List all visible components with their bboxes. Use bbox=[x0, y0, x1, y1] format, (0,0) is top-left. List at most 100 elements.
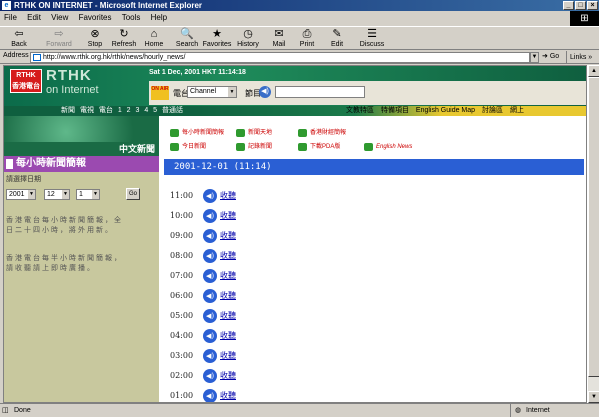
minimize-button[interactable]: _ bbox=[563, 1, 574, 10]
menu-file[interactable]: File bbox=[4, 13, 17, 22]
menu-favorites[interactable]: Favorites bbox=[79, 13, 112, 22]
edit-button[interactable]: ✎ Edit bbox=[326, 28, 348, 50]
program-input[interactable] bbox=[275, 86, 365, 98]
stop-icon: ⊗ bbox=[90, 28, 100, 40]
address-label: Address bbox=[3, 52, 29, 59]
listen-link[interactable]: 收聽 bbox=[220, 269, 236, 283]
address-input[interactable]: http://www.rthk.org.hk/rthk/news/hourly_… bbox=[30, 52, 530, 63]
link-finance-news[interactable]: 香港財經簡報 bbox=[298, 128, 346, 138]
speaker-icon[interactable]: ◀) bbox=[203, 389, 217, 402]
channel-select[interactable]: Channel ▼ bbox=[187, 86, 237, 98]
date-go-button[interactable]: Go bbox=[126, 188, 140, 200]
title-bar: e RTHK ON INTERNET - Microsoft Internet … bbox=[0, 0, 599, 11]
refresh-icon: ↻ bbox=[119, 28, 129, 40]
site-brand-sub: on Internet bbox=[46, 84, 99, 96]
go-button[interactable]: ➜ Go bbox=[542, 52, 559, 60]
scroll-up-icon[interactable]: ▲ bbox=[588, 65, 599, 77]
onair-icon[interactable]: ON AIR bbox=[151, 86, 169, 100]
link-news-world[interactable]: 新聞天地 bbox=[236, 128, 272, 138]
listen-link[interactable]: 收聽 bbox=[220, 369, 236, 383]
print-button[interactable]: ⎙ Print bbox=[296, 28, 318, 50]
link-hourly-news[interactable]: 每小時新聞簡報 bbox=[170, 128, 224, 138]
address-dropdown-icon[interactable]: ▼ bbox=[530, 52, 539, 63]
quick-links: 每小時新聞簡報 新聞天地 香港財經簡報 今日新聞 記錄新聞 下載PDA版 Eng… bbox=[164, 126, 584, 156]
menu-edit[interactable]: Edit bbox=[27, 13, 41, 22]
menu-view[interactable]: View bbox=[51, 13, 68, 22]
menu-tools[interactable]: Tools bbox=[122, 13, 141, 22]
forward-button[interactable]: ⇨ Forward bbox=[42, 28, 76, 50]
nav-online[interactable]: 網上 bbox=[510, 107, 524, 114]
list-item: 08:00 ◀) 收聽 bbox=[170, 249, 236, 263]
refresh-button[interactable]: ↻ Refresh bbox=[110, 28, 138, 50]
speaker-icon[interactable]: ◀) bbox=[203, 369, 217, 383]
listen-link[interactable]: 收聽 bbox=[220, 289, 236, 303]
back-arrow-icon: ⇦ bbox=[14, 28, 24, 40]
back-button[interactable]: ⇦ Back bbox=[4, 28, 34, 50]
nav-education[interactable]: 文教特區 bbox=[346, 107, 374, 114]
speaker-icon[interactable]: ◀) bbox=[203, 309, 217, 323]
page-icon bbox=[33, 54, 41, 61]
speaker-icon[interactable]: ◀) bbox=[203, 249, 217, 263]
listen-link[interactable]: 收聽 bbox=[220, 229, 236, 243]
speaker-icon[interactable]: ◀) bbox=[259, 86, 271, 98]
menu-help[interactable]: Help bbox=[151, 13, 167, 22]
link-pda-download[interactable]: 下載PDA版 bbox=[298, 142, 340, 152]
window-title: RTHK ON INTERNET - Microsoft Internet Ex… bbox=[14, 1, 203, 10]
speaker-icon[interactable]: ◀) bbox=[203, 189, 217, 203]
list-item: 03:00 ◀) 收聽 bbox=[170, 349, 236, 363]
year-select[interactable]: 2001 ▼ bbox=[6, 189, 36, 200]
month-select[interactable]: 12 ▼ bbox=[44, 189, 70, 200]
speaker-icon[interactable]: ◀) bbox=[203, 329, 217, 343]
web-page: RTHK 香港電台 RTHK on Internet Sat 1 Dec, 200… bbox=[3, 65, 587, 403]
discuss-button[interactable]: ☰ Discuss bbox=[358, 28, 386, 50]
site-datetime: Sat 1 Dec, 2001 HKT 11:14:18 bbox=[149, 69, 246, 76]
favorites-icon: ★ bbox=[212, 28, 222, 40]
home-button[interactable]: ⌂ Home bbox=[142, 28, 166, 50]
mail-button[interactable]: ✉ Mail bbox=[268, 28, 290, 50]
speaker-icon[interactable]: ◀) bbox=[203, 269, 217, 283]
link-news-record[interactable]: 記錄新聞 bbox=[236, 142, 272, 152]
nav-sections[interactable]: 新聞 電視 電台 1 2 3 4 5 普通話 bbox=[61, 106, 183, 116]
stop-button[interactable]: ⊗ Stop bbox=[84, 28, 106, 50]
document-icon bbox=[170, 143, 179, 151]
speaker-icon[interactable]: ◀) bbox=[203, 289, 217, 303]
favorites-button[interactable]: ★ Favorites bbox=[202, 28, 232, 50]
listen-link[interactable]: 收聽 bbox=[220, 389, 236, 402]
close-button[interactable]: × bbox=[587, 1, 598, 10]
pda-icon bbox=[298, 143, 307, 151]
sidebar-description-2: 香港電台每半小時新聞簡報，請收聽請上即時廣播。 bbox=[6, 255, 123, 272]
sidebar: 每小時新聞簡報 請選擇日期 2001 ▼ 12 ▼ 1 ▼ Go 香港電台每小時新聞簡… bbox=[4, 156, 159, 402]
list-item: 09:00 ◀) 收聽 bbox=[170, 229, 236, 243]
links-button[interactable]: Links » bbox=[566, 51, 592, 64]
scroll-down-icon[interactable]: ▼ bbox=[588, 391, 599, 403]
listen-link[interactable]: 收聽 bbox=[220, 309, 236, 323]
listen-link[interactable]: 收聽 bbox=[220, 329, 236, 343]
listen-link[interactable]: 收聽 bbox=[220, 349, 236, 363]
vertical-scrollbar[interactable]: ▲ ▼ bbox=[587, 65, 599, 403]
speaker-icon[interactable]: ◀) bbox=[203, 209, 217, 223]
windows-logo-icon: ⊞ bbox=[570, 11, 599, 27]
nav-special[interactable]: 特備項目 bbox=[381, 107, 409, 114]
history-icon: ◷ bbox=[243, 28, 253, 40]
scroll-thumb[interactable] bbox=[588, 77, 599, 377]
speaker-icon[interactable]: ◀) bbox=[203, 349, 217, 363]
day-select[interactable]: 1 ▼ bbox=[76, 189, 100, 200]
dropdown-icon: ▼ bbox=[228, 87, 236, 97]
listen-link[interactable]: 收聽 bbox=[220, 249, 236, 263]
headphone-icon bbox=[298, 129, 307, 137]
list-item: 11:00 ◀) 收聽 bbox=[170, 189, 236, 203]
sidebar-title: 每小時新聞簡報 bbox=[4, 156, 159, 172]
rthk-logo[interactable]: RTHK 香港電台 bbox=[10, 69, 42, 93]
status-bar: ◫ Done ◍ Internet bbox=[0, 403, 599, 417]
search-button[interactable]: 🔍 Search bbox=[174, 28, 200, 50]
link-english-news[interactable]: English News bbox=[364, 142, 412, 152]
link-today-news[interactable]: 今日新聞 bbox=[170, 142, 206, 152]
listen-link[interactable]: 收聽 bbox=[220, 189, 236, 203]
listen-link[interactable]: 收聽 bbox=[220, 209, 236, 223]
maximize-button[interactable]: □ bbox=[575, 1, 586, 10]
history-button[interactable]: ◷ History bbox=[234, 28, 262, 50]
nav-forum[interactable]: 討論區 bbox=[482, 107, 503, 114]
dropdown-icon: ▼ bbox=[28, 190, 35, 199]
nav-english-guide[interactable]: English Guide Map bbox=[416, 107, 475, 114]
speaker-icon[interactable]: ◀) bbox=[203, 229, 217, 243]
